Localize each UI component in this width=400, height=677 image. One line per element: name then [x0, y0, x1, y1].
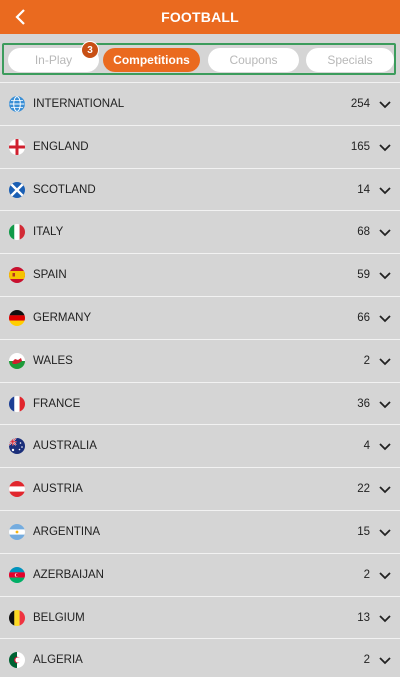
competition-count: 13: [357, 611, 370, 624]
austria-flag-icon: [9, 481, 25, 498]
competition-row-azerbaijan[interactable]: AZERBAIJAN 2: [0, 552, 400, 596]
competition-name: GERMANY: [33, 311, 92, 324]
competition-row-england[interactable]: ENGLAND 165: [0, 124, 400, 168]
competition-name: ALGERIA: [33, 654, 83, 667]
competition-row-argentina[interactable]: ARGENTINA 15: [0, 509, 400, 553]
competition-row-germany[interactable]: GERMANY 66: [0, 295, 400, 339]
chevron-down-icon[interactable]: [378, 397, 392, 409]
competition-row-international[interactable]: INTERNATIONAL 254: [0, 82, 400, 125]
england-flag-icon: [9, 138, 25, 155]
competition-row-france[interactable]: FRANCE 36: [0, 381, 400, 425]
argentina-flag-icon: [9, 523, 25, 540]
competition-count: 2: [363, 568, 370, 581]
germany-flag-icon: [9, 309, 25, 326]
competition-count: 22: [357, 483, 370, 496]
competition-list: INTERNATIONAL 254 ENGLAND 165 SCOTLAND 14 ITAL…: [0, 82, 400, 677]
competition-name: AUSTRALIA: [33, 440, 97, 453]
chevron-down-icon[interactable]: [378, 525, 392, 537]
competition-count: 66: [357, 311, 370, 324]
competition-count: 68: [357, 226, 370, 239]
chevron-down-icon[interactable]: [378, 611, 392, 623]
competition-name: FRANCE: [33, 397, 81, 410]
scotland-flag-icon: [9, 181, 25, 198]
competition-name: ARGENTINA: [33, 525, 101, 538]
competition-row-belgium[interactable]: BELGIUM 13: [0, 595, 400, 639]
competition-count: 4: [363, 440, 370, 453]
tab-specials[interactable]: Specials: [306, 48, 394, 72]
competition-name: INTERNATIONAL: [33, 98, 125, 110]
chevron-down-icon[interactable]: [378, 439, 392, 451]
competition-count: 59: [357, 269, 370, 282]
chevron-down-icon[interactable]: [378, 140, 392, 152]
italy-flag-icon: [9, 224, 25, 241]
chevron-down-icon[interactable]: [378, 183, 392, 195]
france-flag-icon: [9, 395, 25, 412]
competition-row-wales[interactable]: WALES 2: [0, 338, 400, 382]
chevron-down-icon[interactable]: [378, 482, 392, 494]
competition-count: 14: [357, 183, 370, 196]
chevron-down-icon[interactable]: [378, 653, 392, 665]
belgium-flag-icon: [9, 609, 25, 626]
app-header: FOOTBALL: [0, 0, 400, 34]
wales-flag-icon: [9, 352, 25, 369]
australia-flag-icon: [9, 438, 25, 455]
competition-count: 254: [350, 98, 370, 110]
competition-name: ITALY: [33, 226, 64, 239]
competition-name: SPAIN: [33, 269, 67, 282]
competition-count: 15: [357, 525, 370, 538]
competition-name: SCOTLAND: [33, 183, 96, 196]
chevron-down-icon[interactable]: [378, 568, 392, 580]
chevron-down-icon[interactable]: [378, 225, 392, 237]
competition-row-algeria[interactable]: ALGERIA 2: [0, 638, 400, 677]
tabs-bar: In-Play 3 Competitions Coupons Specials: [0, 34, 400, 82]
competition-name: WALES: [33, 354, 73, 367]
page-title: FOOTBALL: [161, 9, 239, 25]
tab-coupons[interactable]: Coupons: [208, 48, 299, 72]
spain-flag-icon: [9, 267, 25, 284]
chevron-down-icon[interactable]: [378, 354, 392, 366]
chevron-down-icon[interactable]: [378, 311, 392, 323]
globe-icon: [9, 96, 25, 112]
chevron-down-icon[interactable]: [378, 97, 392, 109]
tabs-outline: In-Play 3 Competitions Coupons Specials: [2, 41, 396, 75]
chevron-down-icon[interactable]: [378, 268, 392, 280]
competition-name: AZERBAIJAN: [33, 568, 104, 581]
competition-count: 2: [363, 354, 370, 367]
competition-count: 2: [363, 654, 370, 667]
competition-row-spain[interactable]: SPAIN 59: [0, 253, 400, 296]
competition-row-austria[interactable]: AUSTRIA 22: [0, 467, 400, 510]
competition-name: BELGIUM: [33, 611, 85, 624]
azerbaijan-flag-icon: [9, 566, 25, 583]
competition-name: AUSTRIA: [33, 483, 83, 496]
tab-competitions[interactable]: Competitions: [103, 48, 200, 72]
competition-row-italy[interactable]: ITALY 68: [0, 210, 400, 253]
competition-row-australia[interactable]: AUSTRALIA 4: [0, 424, 400, 467]
competition-row-scotland[interactable]: SCOTLAND 14: [0, 167, 400, 211]
algeria-flag-icon: [9, 652, 25, 669]
competition-name: ENGLAND: [33, 140, 89, 153]
in-play-count-badge: 3: [81, 41, 99, 59]
competition-count: 36: [357, 397, 370, 410]
competition-count: 165: [350, 140, 370, 153]
